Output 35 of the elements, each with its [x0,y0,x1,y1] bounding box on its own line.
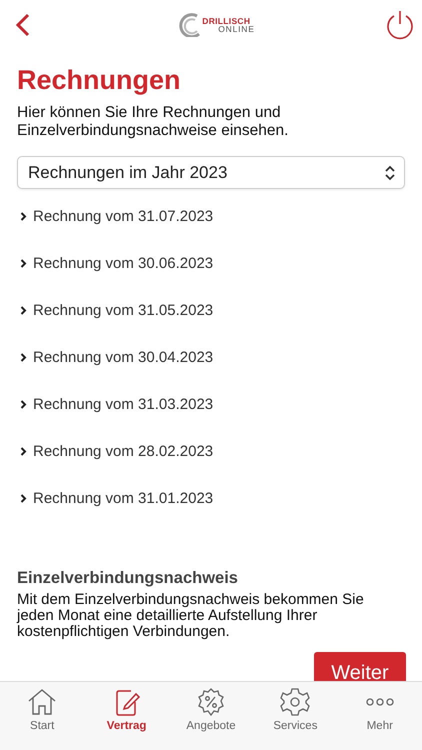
up-down-chevron-icon [384,164,396,180]
continue-button[interactable]: Weiter [314,652,406,681]
invoice-link[interactable]: Rechnung vom 30.04.2023 [17,346,214,368]
tab[interactable]: Vertrag [84,682,169,750]
invoice-link[interactable]: Rechnung vom 31.03.2023 [17,393,214,415]
logo-text: ONLINE [218,25,255,34]
invoice-link[interactable]: Rechnung vom 31.01.2023 [17,487,214,509]
swoosh-icon [179,13,202,37]
chevron-right-icon [20,446,27,456]
invoice-link[interactable]: Rechnung vom 30.06.2023 [17,252,214,274]
more-dots-icon [364,698,395,706]
page-title: Rechnungen [17,64,182,96]
tab[interactable]: Services [253,682,338,750]
tab[interactable]: Angebote [168,682,254,750]
chevron-right-icon [20,494,27,502]
tab[interactable]: Start [0,682,84,750]
chevron-right-icon [20,258,27,268]
tab[interactable]: Mehr [338,682,422,750]
chevron-right-icon [20,352,27,362]
section-title: Einzelverbindungsnachweis [17,569,239,588]
invoice-link[interactable]: Rechnung vom 31.07.2023 [17,205,214,227]
chevron-left-icon [15,13,31,37]
year-select[interactable]: Rechnungen im Jahr 2023 [17,156,405,189]
house-icon [27,688,58,716]
chevron-right-icon [20,212,27,220]
gear-icon [280,688,310,716]
chevron-right-icon [20,306,27,314]
section-text: Mit dem Einzelverbindungsnachweis bekommen Sie jeden Monat eine detaillierte Aufstellung Ihrer kostenpflichtigen Verbindungen. [17,592,365,640]
power-icon [384,10,415,40]
invoice-link[interactable]: Rechnung vom 28.02.2023 [17,440,214,462]
percent-badge-icon [196,688,226,716]
chevron-right-icon [20,400,27,408]
intro-text: Hier können Sie Ihre Rechnungen und Einzelverbindungsnachweise einsehen. [17,104,290,140]
invoice-link[interactable]: Rechnung vom 31.05.2023 [17,299,214,321]
logo-text: DRILLISCH [202,16,252,25]
